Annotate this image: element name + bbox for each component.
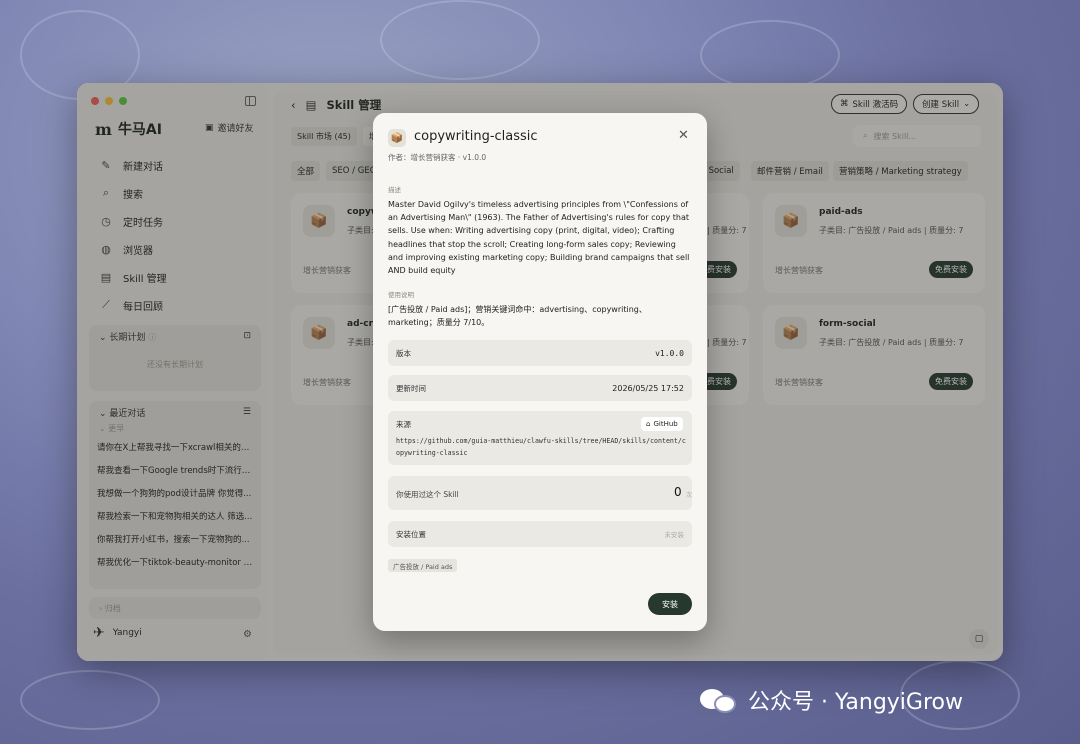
description-label: 描述 bbox=[388, 186, 401, 194]
usage-count-unit: 次 bbox=[686, 492, 693, 499]
modal-meta: 作者：增长营销获客 · v1.0.0 bbox=[388, 153, 487, 162]
modal-title: copywriting-classic bbox=[414, 129, 538, 144]
package-icon: 📦 bbox=[388, 129, 406, 147]
skill-usage: [广告投放 / Paid ads]；营销关键词命中：advertising、co… bbox=[388, 305, 647, 328]
background-shape bbox=[20, 670, 160, 730]
background-shape bbox=[380, 0, 540, 80]
close-icon[interactable]: ✕ bbox=[678, 128, 689, 143]
updated-value: 2026/05/25 17:52 bbox=[612, 383, 684, 393]
install-location-row: 安装位置 未安装 bbox=[388, 521, 692, 547]
updated-label: 更新时间 bbox=[396, 383, 426, 393]
github-label: GitHub bbox=[653, 420, 678, 428]
skill-detail-modal: 📦 copywriting-classic ✕ 作者：增长营销获客 · v1.0… bbox=[373, 113, 707, 631]
usage-count-box: 你使用过这个 Skill 0 次 bbox=[388, 476, 692, 510]
version-label: 版本 bbox=[396, 348, 411, 358]
wechat-icon bbox=[700, 685, 740, 715]
skill-description: Master David Ogilvy's timeless advertisi… bbox=[388, 200, 690, 276]
install-location-label: 安装位置 bbox=[396, 529, 426, 539]
source-box: 来源 ⌂ GitHub https://github.com/guia-matt… bbox=[388, 411, 692, 465]
version-value: v1.0.0 bbox=[655, 348, 684, 358]
github-link[interactable]: ⌂ GitHub bbox=[641, 417, 683, 431]
usage-count-label: 你使用过这个 Skill bbox=[396, 490, 459, 499]
watermark-text: 公众号 · YangyiGrow bbox=[748, 690, 963, 715]
version-row: 版本 v1.0.0 bbox=[388, 340, 692, 366]
category-tag: 广告投放 / Paid ads bbox=[388, 559, 458, 572]
source-label: 来源 bbox=[396, 420, 411, 429]
install-button[interactable]: 安装 bbox=[648, 593, 692, 615]
usage-count-value: 0 bbox=[674, 485, 682, 499]
watermark: 公众号 · YangyiGrow bbox=[700, 684, 963, 716]
usage-label: 使用说明 bbox=[388, 291, 414, 299]
github-icon: ⌂ bbox=[646, 420, 651, 428]
source-url[interactable]: https://github.com/guia-matthieu/clawfu-… bbox=[396, 435, 688, 459]
background-shape bbox=[700, 20, 840, 90]
install-location-value: 未安装 bbox=[664, 531, 685, 539]
updated-row: 更新时间 2026/05/25 17:52 bbox=[388, 375, 692, 401]
